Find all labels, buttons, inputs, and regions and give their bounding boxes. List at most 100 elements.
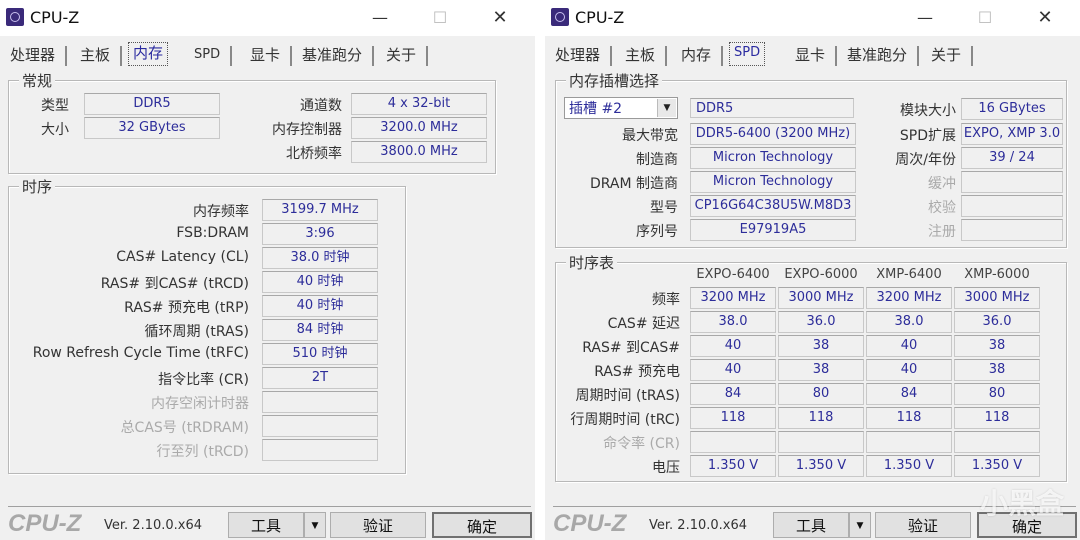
tab-mainboard[interactable]: 主板 — [621, 44, 668, 66]
timing-cell: 1.350 V — [954, 455, 1040, 477]
timing-label: RAS# 预充电 (tRP) — [124, 300, 249, 316]
timing-row-label: 周期时间 (tRAS) — [575, 388, 681, 404]
slot-select[interactable]: 插槽 #2 ▼ — [564, 97, 678, 119]
timing-cell: 3200 MHz — [690, 287, 776, 309]
maximize-button[interactable]: ☐ — [425, 6, 455, 30]
cpuz-app-icon — [551, 8, 569, 26]
part-number-label: 型号 — [650, 200, 678, 216]
ok-button[interactable]: 确定 — [432, 512, 532, 538]
correction-value — [961, 195, 1063, 217]
tab-spd[interactable]: SPD — [729, 42, 766, 66]
tab-spd[interactable]: SPD — [190, 44, 233, 66]
timing-value — [262, 439, 378, 461]
timing-cell: 118 — [690, 407, 776, 429]
max-bandwidth-value: DDR5-6400 (3200 MHz) — [690, 123, 856, 145]
timing-cell: 40 — [690, 359, 776, 381]
tab-memory[interactable]: 内存 — [677, 44, 724, 66]
tab-memory[interactable]: 内存 — [128, 42, 169, 66]
tab-about[interactable]: 关于 — [382, 44, 429, 66]
timing-label: 行至列 (tRCD) — [156, 444, 249, 460]
footer: CPU-Z Ver. 2.10.0.x64 工具 ▼ 验证 确定 — [0, 510, 535, 540]
cpuz-window-memory: CPU-Z — ☐ ✕ 处理器 主板 内存 SPD 显卡 基准跑分 关于 常规 … — [0, 0, 535, 540]
timing-cell: 118 — [954, 407, 1040, 429]
close-button[interactable]: ✕ — [485, 6, 515, 30]
window-title: CPU-Z — [30, 8, 80, 27]
footer-divider — [8, 506, 531, 507]
tab-bar: 处理器 主板 内存 SPD 显卡 基准跑分 关于 — [0, 40, 535, 68]
serial-label: 序列号 — [636, 224, 678, 240]
timing-row-label: RAS# 预充电 — [594, 364, 680, 380]
timing-cell: 3200 MHz — [866, 287, 952, 309]
timing-cell: 38.0 — [690, 311, 776, 333]
timing-cell: 38 — [778, 359, 864, 381]
tools-button[interactable]: 工具 — [773, 512, 849, 538]
close-button[interactable]: ✕ — [1030, 6, 1060, 30]
timing-cell: 3000 MHz — [778, 287, 864, 309]
minimize-button[interactable]: — — [910, 6, 940, 30]
tab-bench[interactable]: 基准跑分 — [843, 44, 920, 66]
timing-value: 510 时钟 — [262, 343, 378, 365]
tab-graphics[interactable]: 显卡 — [246, 44, 293, 66]
tab-cpu[interactable]: 处理器 — [551, 44, 613, 66]
timing-cell: 38.0 — [866, 311, 952, 333]
tab-mainboard[interactable]: 主板 — [76, 44, 123, 66]
timing-value: 38.0 时钟 — [262, 247, 378, 269]
timing-cell — [778, 431, 864, 453]
mem-controller-value: 3200.0 MHz — [351, 117, 487, 139]
cpuz-brand-logo: CPU-Z — [553, 510, 627, 537]
tools-dropdown-button[interactable]: ▼ — [304, 512, 326, 538]
timing-cell: 84 — [866, 383, 952, 405]
timing-value: 3:96 — [262, 223, 378, 245]
timing-value: 40 时钟 — [262, 295, 378, 317]
timing-cell: 3000 MHz — [954, 287, 1040, 309]
validate-button[interactable]: 验证 — [330, 512, 426, 538]
timing-cell: 36.0 — [778, 311, 864, 333]
timing-label: 指令比率 (CR) — [158, 372, 249, 388]
buffered-label: 缓冲 — [928, 176, 956, 192]
tab-graphics[interactable]: 显卡 — [791, 44, 838, 66]
tab-cpu[interactable]: 处理器 — [6, 44, 68, 66]
week-year-value: 39 / 24 — [961, 147, 1063, 169]
tools-button[interactable]: 工具 — [228, 512, 304, 538]
chevron-down-icon[interactable]: ▼ — [657, 99, 676, 117]
buffered-value — [961, 171, 1063, 193]
timing-cell: 40 — [866, 335, 952, 357]
tab-about[interactable]: 关于 — [927, 44, 974, 66]
part-number-value: CP16G64C38U5W.M8D3 — [690, 195, 856, 217]
channels-label: 通道数 — [300, 98, 342, 114]
timing-value — [262, 415, 378, 437]
timing-cell: 1.350 V — [778, 455, 864, 477]
timing-row-label: CAS# 延迟 — [607, 316, 680, 332]
maximize-button[interactable]: ☐ — [970, 6, 1000, 30]
timing-row-label: 频率 — [652, 292, 680, 308]
slot-select-value: 插槽 #2 — [569, 101, 623, 117]
timing-row-label: 电压 — [652, 460, 680, 476]
timing-cell: 40 — [866, 359, 952, 381]
timing-value: 2T — [262, 367, 378, 389]
title-bar: CPU-Z — ☐ ✕ — [545, 0, 1080, 36]
channels-value: 4 x 32-bit — [351, 93, 487, 115]
size-label: 大小 — [41, 122, 69, 138]
dram-mfr-value: Micron Technology — [690, 171, 856, 193]
registered-value — [961, 219, 1063, 241]
timing-label: CAS# Latency (CL) — [116, 249, 249, 265]
timings-panel-title: 时序 — [19, 176, 56, 197]
tools-dropdown-button[interactable]: ▼ — [849, 512, 871, 538]
timing-label: 内存空闲计时器 — [151, 396, 249, 412]
module-size-value: 16 GBytes — [961, 98, 1063, 120]
validate-button[interactable]: 验证 — [875, 512, 971, 538]
cpuz-brand-logo: CPU-Z — [8, 510, 82, 537]
module-size-label: 模块大小 — [900, 103, 956, 119]
spd-ext-label: SPD扩展 — [899, 128, 956, 144]
slot-panel: 内存插槽选择 插槽 #2 ▼ DDR5 模块大小 16 GBytes 最大带宽 … — [555, 70, 1067, 248]
minimize-button[interactable]: — — [365, 6, 395, 30]
timing-cell — [954, 431, 1040, 453]
nb-freq-label: 北桥频率 — [286, 146, 342, 162]
timing-row-label: 命令率 (CR) — [603, 436, 680, 452]
spd-ext-value: EXPO, XMP 3.0 — [961, 123, 1063, 145]
timing-table-panel: 时序表 EXPO-6400 EXPO-6000 XMP-6400 XMP-6000 频率… — [555, 252, 1067, 482]
registered-label: 注册 — [928, 224, 956, 240]
timing-column-header: XMP-6400 — [876, 267, 942, 282]
tab-bench[interactable]: 基准跑分 — [298, 44, 375, 66]
timing-value — [262, 391, 378, 413]
